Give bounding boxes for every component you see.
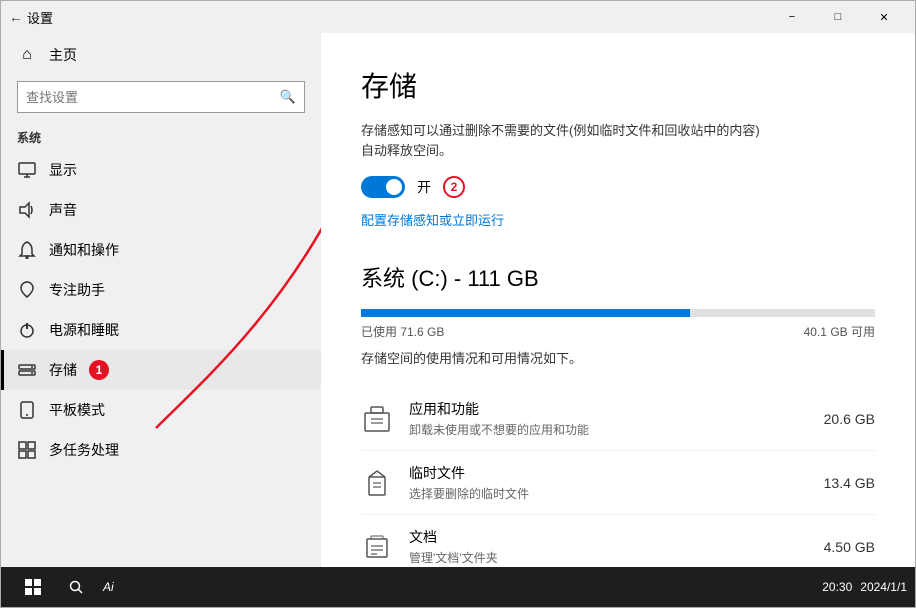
temp-desc: 选择要删除的临时文件 bbox=[409, 485, 808, 502]
docs-desc: 管理'文档'文件夹 bbox=[409, 549, 808, 566]
search-input[interactable] bbox=[26, 90, 280, 105]
apps-size: 20.6 GB bbox=[824, 411, 875, 427]
taskbar-date: 2024/1/1 bbox=[860, 580, 907, 594]
sidebar-item-notifications[interactable]: 通知和操作 bbox=[1, 230, 321, 270]
docs-size: 4.50 GB bbox=[824, 539, 875, 555]
storage-free-label: 40.1 GB 可用 bbox=[804, 323, 875, 340]
docs-info: 文档 管理'文档'文件夹 bbox=[409, 527, 808, 566]
tablet-label: 平板模式 bbox=[49, 400, 105, 420]
titlebar-back-icon: ← bbox=[9, 9, 23, 25]
taskbar-ai-item[interactable]: Ai bbox=[95, 567, 122, 607]
notifications-icon bbox=[17, 240, 37, 260]
docs-icon bbox=[361, 531, 393, 563]
power-icon bbox=[17, 320, 37, 340]
toggle-row: 开 2 bbox=[361, 176, 875, 198]
storage-item-temp[interactable]: 临时文件 选择要删除的临时文件 13.4 GB bbox=[361, 451, 875, 515]
taskbar-time: 20:30 bbox=[822, 580, 852, 594]
sidebar-item-display[interactable]: 显示 bbox=[1, 150, 321, 190]
storage-description: 存储感知可以通过删除不需要的文件(例如临时文件和回收站中的内容) 自动释放空间。 bbox=[361, 121, 875, 160]
sidebar-item-home[interactable]: ⌂ 主页 bbox=[1, 33, 321, 77]
display-label: 显示 bbox=[49, 160, 77, 180]
storage-info: 存储空间的使用情况和可用情况如下。 bbox=[361, 348, 875, 367]
drive-title: 系统 (C:) - 111 GB bbox=[361, 261, 875, 293]
storage-item-docs[interactable]: 文档 管理'文档'文件夹 4.50 GB bbox=[361, 515, 875, 567]
focus-label: 专注助手 bbox=[49, 280, 105, 300]
taskbar-right: 20:30 2024/1/1 bbox=[822, 580, 907, 594]
close-button[interactable]: ✕ bbox=[861, 1, 907, 33]
sidebar-section-label: 系统 bbox=[1, 125, 321, 150]
settings-window: ← 设置 − □ ✕ ⌂ 主页 🔍 系统 bbox=[0, 0, 916, 608]
storage-label: 存储 bbox=[49, 360, 77, 380]
home-icon: ⌂ bbox=[17, 45, 37, 65]
sidebar-item-multitask[interactable]: 多任务处理 bbox=[1, 430, 321, 470]
storage-used-label: 已使用 71.6 GB bbox=[361, 323, 444, 340]
sidebar: ⌂ 主页 🔍 系统 显示 声音 bbox=[1, 33, 321, 567]
search-taskbar-item[interactable] bbox=[61, 567, 91, 607]
toggle-on-label: 开 bbox=[417, 177, 431, 197]
sound-label: 声音 bbox=[49, 200, 77, 220]
taskbar: Ai 20:30 2024/1/1 bbox=[1, 567, 915, 607]
apps-name: 应用和功能 bbox=[409, 399, 808, 419]
taskbar-search-icon bbox=[69, 580, 83, 594]
temp-info: 临时文件 选择要删除的临时文件 bbox=[409, 463, 808, 502]
storage-bar-labels: 已使用 71.6 GB 40.1 GB 可用 bbox=[361, 323, 875, 340]
sidebar-item-power[interactable]: 电源和睡眠 bbox=[1, 310, 321, 350]
temp-size: 13.4 GB bbox=[824, 475, 875, 491]
docs-name: 文档 bbox=[409, 527, 808, 547]
search-box[interactable]: 🔍 bbox=[17, 81, 305, 113]
titlebar-title: 设置 bbox=[27, 8, 53, 27]
storage-sense-toggle[interactable] bbox=[361, 176, 405, 198]
temp-name: 临时文件 bbox=[409, 463, 808, 483]
windows-icon bbox=[25, 579, 41, 595]
sidebar-item-tablet[interactable]: 平板模式 bbox=[1, 390, 321, 430]
power-label: 电源和睡眠 bbox=[49, 320, 119, 340]
sidebar-item-sound[interactable]: 声音 bbox=[1, 190, 321, 230]
start-button[interactable] bbox=[9, 567, 57, 607]
temp-icon bbox=[361, 467, 393, 499]
storage-bar-fill bbox=[361, 309, 690, 317]
focus-icon bbox=[17, 280, 37, 300]
sidebar-item-storage[interactable]: 存储 1 bbox=[1, 350, 321, 390]
multitask-icon bbox=[17, 440, 37, 460]
page-title: 存储 bbox=[361, 65, 875, 105]
storage-icon bbox=[17, 360, 37, 380]
apps-desc: 卸载未使用或不想要的应用和功能 bbox=[409, 421, 808, 438]
sidebar-item-focus[interactable]: 专注助手 bbox=[1, 270, 321, 310]
apps-info: 应用和功能 卸载未使用或不想要的应用和功能 bbox=[409, 399, 808, 438]
storage-badge: 1 bbox=[89, 360, 109, 380]
notifications-label: 通知和操作 bbox=[49, 240, 119, 260]
content-area: 存储 存储感知可以通过删除不需要的文件(例如临时文件和回收站中的内容) 自动释放… bbox=[321, 33, 915, 567]
multitask-label: 多任务处理 bbox=[49, 440, 119, 460]
tablet-icon bbox=[17, 400, 37, 420]
titlebar-controls: − □ ✕ bbox=[769, 1, 907, 33]
storage-bar bbox=[361, 309, 875, 317]
display-icon bbox=[17, 160, 37, 180]
maximize-button[interactable]: □ bbox=[815, 1, 861, 33]
ai-label: Ai bbox=[103, 580, 114, 594]
titlebar: ← 设置 − □ ✕ bbox=[1, 1, 915, 33]
configure-link[interactable]: 配置存储感知或立即运行 bbox=[361, 210, 504, 229]
sound-icon bbox=[17, 200, 37, 220]
toggle-badge: 2 bbox=[443, 176, 465, 198]
search-icon: 🔍 bbox=[280, 89, 296, 105]
apps-icon bbox=[361, 403, 393, 435]
minimize-button[interactable]: − bbox=[769, 1, 815, 33]
storage-item-apps[interactable]: 应用和功能 卸载未使用或不想要的应用和功能 20.6 GB bbox=[361, 387, 875, 451]
main-layout: ⌂ 主页 🔍 系统 显示 声音 bbox=[1, 33, 915, 567]
